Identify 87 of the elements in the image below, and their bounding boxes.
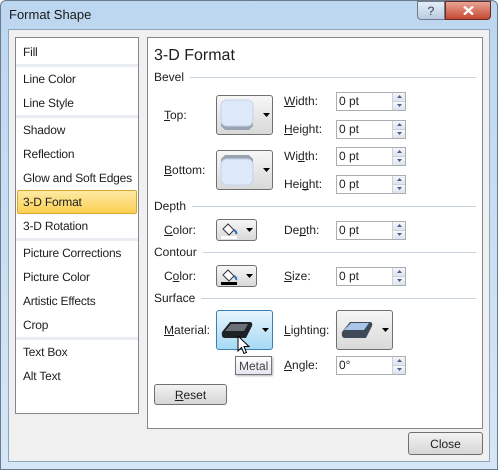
up-arrow-icon xyxy=(396,150,402,153)
category-item[interactable]: Shadow xyxy=(17,118,137,142)
field-label: Color: xyxy=(164,223,196,237)
caret-icon xyxy=(262,328,269,332)
reset-button[interactable]: Reset xyxy=(154,384,227,405)
spin-up-button[interactable] xyxy=(393,268,405,276)
number-input[interactable]: 0 pt xyxy=(337,120,392,138)
down-arrow-icon xyxy=(396,132,402,135)
down-arrow-icon xyxy=(396,159,402,162)
section-heading: Bevel xyxy=(154,69,184,86)
field-label: Color: xyxy=(164,269,196,283)
number-input[interactable]: 0° xyxy=(337,356,392,374)
section-heading: Depth xyxy=(154,198,186,215)
up-arrow-icon xyxy=(396,178,402,181)
up-arrow-icon xyxy=(396,95,402,98)
spin-field[interactable]: 0 pt xyxy=(336,174,406,194)
section-heading: Contour xyxy=(154,244,197,261)
down-arrow-icon xyxy=(396,279,402,282)
caret-icon xyxy=(263,168,270,172)
down-arrow-icon xyxy=(396,187,402,190)
help-button[interactable]: ? xyxy=(417,1,445,20)
spin-up-button[interactable] xyxy=(393,148,405,156)
field-label: Lighting: xyxy=(284,323,330,337)
close-button[interactable] xyxy=(445,1,491,20)
mouse-cursor-icon xyxy=(237,335,250,355)
number-input[interactable]: 0 pt xyxy=(337,148,392,164)
up-arrow-icon xyxy=(396,123,402,126)
spin-field[interactable]: 0 pt xyxy=(336,120,406,138)
spin-field[interactable]: 0 pt xyxy=(336,146,406,166)
close-icon xyxy=(462,6,474,15)
window-title: Format Shape xyxy=(9,6,92,24)
category-item[interactable]: Crop xyxy=(17,313,137,337)
field-label: Bottom: xyxy=(164,163,206,177)
category-item[interactable]: Artistic Effects xyxy=(17,289,137,313)
category-item[interactable]: Picture Corrections xyxy=(17,241,137,265)
caret-icon xyxy=(382,328,389,332)
field-label: Width: xyxy=(284,94,318,108)
spin-up-button[interactable] xyxy=(393,120,405,128)
category-item[interactable]: Text Box xyxy=(17,340,137,364)
down-arrow-icon xyxy=(396,233,402,236)
dropdown-button[interactable] xyxy=(216,219,257,241)
spin-up-button[interactable] xyxy=(393,222,405,230)
field-label: Top: xyxy=(164,108,187,122)
field-label: Material: xyxy=(164,323,210,337)
category-item[interactable]: 3-D Format xyxy=(17,190,137,214)
spin-field[interactable]: 0° xyxy=(336,356,406,374)
dropdown-button[interactable] xyxy=(216,265,257,287)
close-dialog-button[interactable]: Close xyxy=(408,432,483,455)
number-input[interactable]: 0 pt xyxy=(337,268,392,284)
dropdown-button[interactable] xyxy=(336,310,393,350)
field-label: Width: xyxy=(284,149,318,163)
field-label: Size: xyxy=(284,269,311,283)
category-item[interactable]: Picture Color xyxy=(17,265,137,289)
down-arrow-icon xyxy=(396,104,402,107)
caret-icon xyxy=(263,113,270,117)
section-heading: Surface xyxy=(154,290,196,307)
down-arrow-icon xyxy=(396,368,402,371)
category-item[interactable]: Fill xyxy=(17,40,137,64)
field-label: Depth: xyxy=(284,223,320,237)
up-arrow-icon xyxy=(396,359,402,362)
bevel-icon xyxy=(219,153,255,187)
spin-up-button[interactable] xyxy=(393,176,405,184)
category-item[interactable]: Line Color xyxy=(17,67,137,91)
up-arrow-icon xyxy=(396,224,402,227)
spin-field[interactable]: 0 pt xyxy=(336,92,406,110)
tooltip: Metal xyxy=(235,356,272,375)
field-label: Height: xyxy=(284,122,322,136)
caret-icon xyxy=(246,274,253,278)
bevel-icon xyxy=(219,98,255,132)
spin-field[interactable]: 0 pt xyxy=(336,220,406,240)
category-item[interactable]: Glow and Soft Edges xyxy=(17,166,137,190)
number-input[interactable]: 0 pt xyxy=(337,176,392,192)
field-label: Angle: xyxy=(284,358,318,372)
category-item[interactable]: Alt Text xyxy=(17,364,137,388)
number-input[interactable]: 0 pt xyxy=(337,92,392,110)
dropdown-button[interactable] xyxy=(216,310,273,350)
up-arrow-icon xyxy=(396,270,402,273)
field-label: Height: xyxy=(284,177,322,191)
category-item[interactable]: 3-D Rotation xyxy=(17,214,137,238)
panel-title: 3-D Format xyxy=(154,46,236,66)
category-item[interactable]: Reflection xyxy=(17,142,137,166)
spin-field[interactable]: 0 pt xyxy=(336,266,406,286)
caret-icon xyxy=(246,228,253,232)
spin-up-button[interactable] xyxy=(393,356,405,364)
spin-up-button[interactable] xyxy=(393,92,405,100)
category-item[interactable]: Line Style xyxy=(17,91,137,115)
number-input[interactable]: 0 pt xyxy=(337,222,392,238)
